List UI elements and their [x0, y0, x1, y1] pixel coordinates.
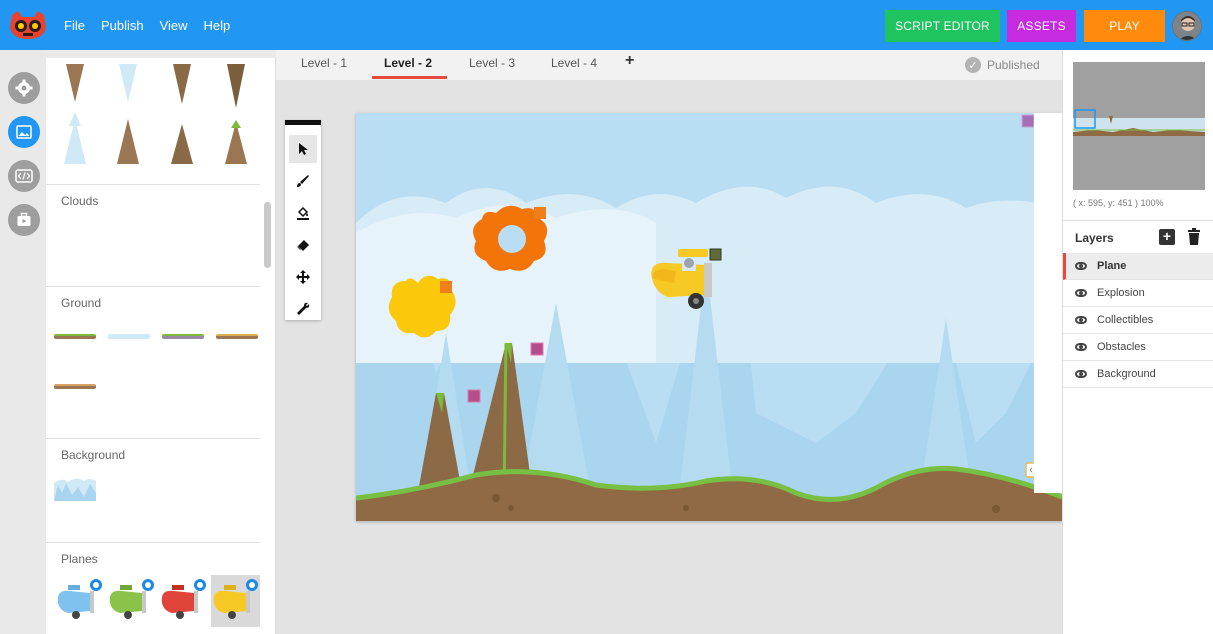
- asset-section-label: Background: [61, 448, 126, 462]
- ground-asset[interactable]: [54, 334, 96, 339]
- layers-header: Layers +: [1063, 220, 1213, 254]
- images-rail-button[interactable]: [8, 116, 40, 148]
- trash-icon[interactable]: [1187, 228, 1201, 246]
- avatar-image: [1173, 12, 1201, 40]
- layer-label: Collectibles: [1097, 314, 1154, 326]
- eye-icon[interactable]: [1075, 289, 1087, 297]
- asset-section-label: Ground: [61, 296, 102, 310]
- fill-icon[interactable]: [289, 199, 317, 227]
- eye-icon[interactable]: [1075, 343, 1087, 351]
- minimap[interactable]: [1073, 62, 1205, 190]
- settings-rail-button[interactable]: [8, 72, 40, 104]
- image-icon: [16, 125, 32, 139]
- check-circle-icon: ✓: [965, 57, 981, 73]
- ground-asset[interactable]: [216, 334, 258, 339]
- ground-asset[interactable]: [108, 334, 150, 339]
- plane-assets[interactable]: [52, 573, 260, 631]
- asset-section-clouds: Clouds: [46, 184, 260, 286]
- menu-publish[interactable]: Publish: [101, 18, 144, 33]
- top-bar: File Publish View Help SCRIPT EDITOR ASS…: [0, 0, 1213, 50]
- right-panel: ( x: 595, y: 451 ) 100% Layers + Plane E…: [1062, 50, 1213, 634]
- eraser-icon[interactable]: [289, 231, 317, 259]
- publish-status: ✓ Published: [965, 57, 1040, 73]
- layers-title: Layers: [1075, 231, 1114, 245]
- asset-section-label: Planes: [61, 552, 98, 566]
- asset-section-label: Clouds: [61, 194, 99, 208]
- layer-label: Obstacles: [1097, 341, 1146, 353]
- add-level-button[interactable]: +: [625, 52, 634, 70]
- avatar[interactable]: [1172, 11, 1202, 41]
- asset-section-planes: Planes: [46, 542, 260, 634]
- code-rail-button[interactable]: [8, 160, 40, 192]
- eye-icon[interactable]: [1075, 262, 1087, 270]
- layer-label: Background: [1097, 368, 1156, 380]
- spike-assets[interactable]: [46, 64, 260, 164]
- tab-level-2[interactable]: Level - 2: [384, 56, 432, 70]
- briefcase-icon: [17, 212, 31, 226]
- background-asset[interactable]: [54, 475, 96, 501]
- pointer-icon[interactable]: [289, 135, 317, 163]
- left-rail: [0, 50, 46, 634]
- assets-panel: Clouds Ground Background Planes: [46, 58, 276, 634]
- app-window: File Publish View Help SCRIPT EDITOR ASS…: [0, 0, 1213, 634]
- move-icon[interactable]: [289, 263, 317, 291]
- assets-scrollbar[interactable]: [264, 202, 271, 268]
- active-tab-indicator: [372, 76, 447, 79]
- play-button[interactable]: PLAY: [1084, 10, 1165, 42]
- canvas-margin: [1034, 113, 1062, 493]
- brush-icon[interactable]: [289, 167, 317, 195]
- wrench-icon[interactable]: [289, 295, 317, 323]
- minimap-view: [1073, 62, 1205, 190]
- eye-icon[interactable]: [1075, 370, 1087, 378]
- layer-label: Plane: [1097, 260, 1127, 272]
- publish-status-label: Published: [987, 58, 1040, 72]
- script-editor-button[interactable]: SCRIPT EDITOR: [885, 10, 1000, 42]
- scene: [356, 114, 1062, 521]
- minimap-coords: ( x: 595, y: 451 ) 100%: [1073, 198, 1164, 208]
- menu-help[interactable]: Help: [204, 18, 231, 33]
- code-icon: [15, 169, 33, 183]
- menu-view[interactable]: View: [160, 18, 188, 33]
- menu-file[interactable]: File: [64, 18, 85, 33]
- level-canvas[interactable]: [356, 113, 1062, 521]
- gear-icon: [15, 79, 33, 97]
- layer-label: Explosion: [1097, 287, 1145, 299]
- tool-palette: [285, 120, 321, 320]
- eye-icon[interactable]: [1075, 316, 1087, 324]
- assets-button[interactable]: ASSETS: [1007, 10, 1076, 42]
- layer-obstacles[interactable]: Obstacles: [1063, 334, 1213, 361]
- layer-background[interactable]: Background: [1063, 361, 1213, 388]
- ground-asset[interactable]: [54, 384, 96, 389]
- ground-asset[interactable]: [162, 334, 204, 339]
- layer-explosion[interactable]: Explosion: [1063, 280, 1213, 307]
- tab-level-1[interactable]: Level - 1: [301, 56, 347, 70]
- media-rail-button[interactable]: [8, 204, 40, 236]
- main-menu: File Publish View Help: [64, 0, 246, 50]
- asset-section-ground: Ground: [46, 286, 260, 438]
- layer-plane[interactable]: Plane: [1063, 253, 1213, 280]
- tab-level-4[interactable]: Level - 4: [551, 56, 597, 70]
- tab-level-3[interactable]: Level - 3: [469, 56, 515, 70]
- asset-section-background: Background: [46, 438, 260, 542]
- app-logo[interactable]: [8, 9, 48, 41]
- add-layer-icon[interactable]: +: [1159, 229, 1175, 245]
- layer-collectibles[interactable]: Collectibles: [1063, 307, 1213, 334]
